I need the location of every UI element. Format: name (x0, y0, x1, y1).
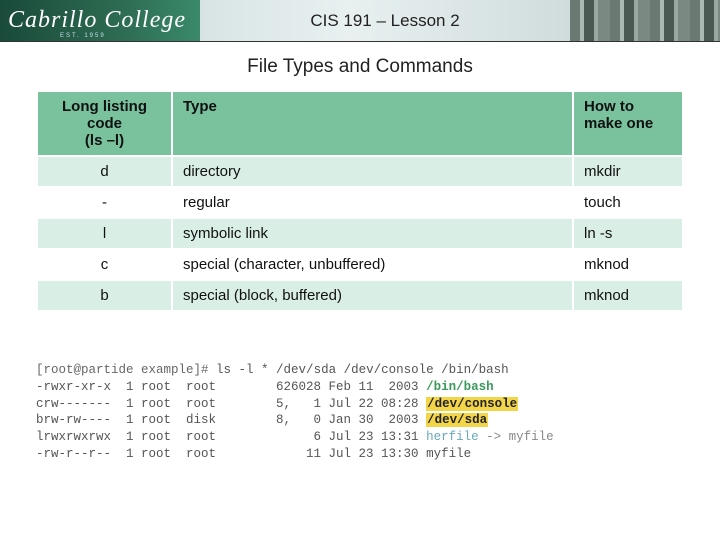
cell-code: d (37, 156, 172, 187)
cell-type: special (block, buffered) (172, 280, 573, 311)
logo-text: Cabrillo College (8, 7, 186, 34)
cell-type: special (character, unbuffered) (172, 249, 573, 280)
cell-code: b (37, 280, 172, 311)
file-name: /bin/bash (426, 380, 494, 394)
file-name: /dev/console (426, 397, 518, 411)
col-header-type: Type (172, 91, 573, 156)
terminal-line: -rw-r--r-- 1 root root 11 Jul 23 13:30 m… (36, 446, 684, 463)
cell-make: mkdir (573, 156, 683, 187)
cell-code: c (37, 249, 172, 280)
logo-area: Cabrillo College EST. 1959 (0, 0, 200, 41)
terminal-line: crw------- 1 root root 5, 1 Jul 22 08:28… (36, 396, 684, 413)
cell-make: touch (573, 187, 683, 218)
col-header-code: Long listing code (ls –l) (37, 91, 172, 156)
file-name: myfile (426, 447, 471, 461)
cell-make: mknod (573, 249, 683, 280)
terminal-line: -rwxr-xr-x 1 root root 626028 Feb 11 200… (36, 379, 684, 396)
file-name: herfile (426, 430, 479, 444)
table-row: -regulartouch (37, 187, 683, 218)
file-name: /dev/sda (426, 413, 488, 427)
cell-type: symbolic link (172, 218, 573, 249)
cell-type: regular (172, 187, 573, 218)
table-row: ddirectorymkdir (37, 156, 683, 187)
logo-est: EST. 1959 (60, 33, 106, 39)
terminal-command: ls -l * /dev/sda /dev/console /bin/bash (216, 363, 509, 377)
file-types-table: Long listing code (ls –l) Type How to ma… (36, 90, 684, 312)
symlink-arrow: -> myfile (479, 430, 554, 444)
col-header-make: How to make one (573, 91, 683, 156)
table-row: cspecial (character, unbuffered)mknod (37, 249, 683, 280)
cell-make: ln -s (573, 218, 683, 249)
cell-code: l (37, 218, 172, 249)
cell-code: - (37, 187, 172, 218)
table-row: bspecial (block, buffered)mknod (37, 280, 683, 311)
content-area: File Types and Commands Long listing cod… (0, 42, 720, 497)
section-title: File Types and Commands (36, 56, 684, 78)
terminal-line: brw-rw---- 1 root disk 8, 0 Jan 30 2003 … (36, 412, 684, 429)
banner-title-area: CIS 191 – Lesson 2 (200, 0, 570, 41)
cell-type: directory (172, 156, 573, 187)
banner-decoration (570, 0, 720, 41)
page-title: CIS 191 – Lesson 2 (310, 11, 459, 31)
table-row: lsymbolic linkln -s (37, 218, 683, 249)
cell-make: mknod (573, 280, 683, 311)
terminal-output: [root@partide example]# ls -l * /dev/sda… (36, 328, 684, 497)
terminal-line: lrwxrwxrwx 1 root root 6 Jul 23 13:31 he… (36, 429, 684, 446)
header-banner: Cabrillo College EST. 1959 CIS 191 – Les… (0, 0, 720, 42)
terminal-prompt-line: [root@partide example]# ls -l * /dev/sda… (36, 362, 684, 379)
prompt: [root@partide example]# (36, 363, 209, 377)
